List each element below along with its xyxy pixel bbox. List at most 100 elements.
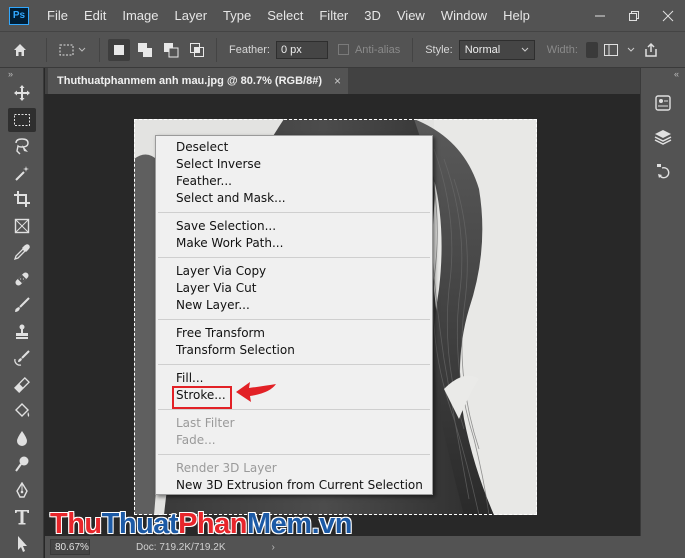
menu-image[interactable]: Image <box>114 0 166 31</box>
feather-label: Feather: <box>229 43 270 56</box>
collapse-icon[interactable]: » <box>0 68 43 80</box>
menu-window[interactable]: Window <box>433 0 495 31</box>
menu-item-deselect[interactable]: Deselect <box>176 139 228 156</box>
menu-bar: Ps File Edit Image Layer Type Select Fil… <box>0 0 685 31</box>
pointer-arrow-icon <box>236 382 276 402</box>
lasso-tool[interactable] <box>0 133 44 160</box>
document-tab-bar: Thuthuatphanmem anh mau.jpg @ 80.7% (RGB… <box>45 68 640 94</box>
healing-brush-tool[interactable] <box>0 266 44 293</box>
menu-item-select-inverse[interactable]: Select Inverse <box>176 156 261 173</box>
home-icon <box>14 43 26 56</box>
paint-bucket-tool[interactable] <box>0 398 44 425</box>
pen-tool[interactable] <box>0 478 44 505</box>
minimize-button[interactable] <box>583 0 617 31</box>
frame-icon <box>14 218 30 233</box>
layers-panel-button[interactable] <box>641 120 685 154</box>
workspace-icon <box>603 43 618 56</box>
properties-icon <box>655 95 671 111</box>
status-menu-arrow[interactable]: › <box>272 542 275 553</box>
history-panel-button[interactable] <box>641 154 685 188</box>
menu-item-new-3d-extrusion[interactable]: New 3D Extrusion from Current Selection <box>176 477 423 494</box>
share-icon <box>645 42 657 57</box>
brush-tool[interactable] <box>0 292 44 319</box>
arrow-cursor-icon <box>18 535 27 552</box>
expand-panels-icon[interactable]: « <box>641 68 685 80</box>
window-controls <box>583 0 685 31</box>
document-tab[interactable]: Thuthuatphanmem anh mau.jpg @ 80.7% (RGB… <box>48 68 348 94</box>
anti-alias-checkbox[interactable] <box>337 44 349 55</box>
menu-edit[interactable]: Edit <box>76 0 114 31</box>
style-select[interactable]: Normal <box>458 39 535 60</box>
menu-layer[interactable]: Layer <box>167 0 216 31</box>
menu-type[interactable]: Type <box>215 0 259 31</box>
divider <box>412 37 414 62</box>
menu-item-make-work-path[interactable]: Make Work Path... <box>176 235 283 252</box>
blur-tool[interactable] <box>0 425 44 452</box>
menu-help[interactable]: Help <box>495 0 538 31</box>
restore-button[interactable] <box>617 0 651 31</box>
intersect-selection-button[interactable] <box>186 39 208 61</box>
dodge-tool[interactable] <box>0 451 44 478</box>
close-icon <box>662 10 674 21</box>
eraser-tool[interactable] <box>0 372 44 399</box>
menu-view[interactable]: View <box>389 0 433 31</box>
properties-panel-button[interactable] <box>641 86 685 120</box>
menu-item-select-and-mask[interactable]: Select and Mask... <box>176 190 286 207</box>
document-title: Thuthuatphanmem anh mau.jpg @ 80.7% (RGB… <box>57 75 322 87</box>
frame-tool[interactable] <box>0 213 44 240</box>
menu-3d[interactable]: 3D <box>356 0 389 31</box>
history-icon <box>657 164 670 179</box>
magic-wand-icon <box>15 165 29 181</box>
workspace-dropdown[interactable] <box>624 38 638 62</box>
rectangular-marquee-icon <box>14 113 30 126</box>
menu-file[interactable]: File <box>39 0 76 31</box>
divider <box>216 37 217 62</box>
menu-separator <box>158 319 430 320</box>
menu-select[interactable]: Select <box>259 0 311 31</box>
photoshop-logo: Ps <box>9 6 29 25</box>
watermark-logo: ThuThuatPhanMem.vn <box>50 506 352 542</box>
menu-filter[interactable]: Filter <box>311 0 356 31</box>
menu-item-save-selection[interactable]: Save Selection... <box>176 218 276 235</box>
clone-stamp-tool[interactable] <box>0 319 44 346</box>
menu-item-fade: Fade... <box>176 433 216 447</box>
menu-item-fill[interactable]: Fill... <box>176 370 203 387</box>
home-button[interactable] <box>0 38 40 62</box>
right-panel-dock: « <box>640 68 685 536</box>
stamp-icon <box>16 324 28 339</box>
close-button[interactable] <box>651 0 685 31</box>
watermark-part: .vn <box>311 508 353 540</box>
layers-icon <box>654 130 672 145</box>
subtract-from-selection-button[interactable] <box>160 39 182 61</box>
magic-wand-tool[interactable] <box>0 160 44 187</box>
main-menu: File Edit Image Layer Type Select Filter… <box>39 0 538 31</box>
crop-icon <box>14 191 30 208</box>
share-button[interactable] <box>638 38 664 62</box>
eyedropper-tool[interactable] <box>0 239 44 266</box>
move-tool[interactable] <box>0 80 44 107</box>
swap-width-height-button[interactable] <box>585 41 598 58</box>
close-tab-icon[interactable]: × <box>334 74 341 88</box>
menu-item-layer-via-copy[interactable]: Layer Via Copy <box>176 263 266 280</box>
type-icon <box>15 510 29 525</box>
brush-icon <box>15 297 30 313</box>
feather-input[interactable] <box>275 40 328 59</box>
add-to-selection-button[interactable] <box>134 39 156 61</box>
workspace-button[interactable] <box>598 38 624 62</box>
new-selection-button[interactable] <box>108 38 130 61</box>
crop-tool[interactable] <box>0 186 44 213</box>
menu-item-new-layer[interactable]: New Layer... <box>176 297 250 314</box>
menu-item-layer-via-cut[interactable]: Layer Via Cut <box>176 280 256 297</box>
rectangular-marquee-tool[interactable] <box>0 107 44 134</box>
tool-preset-picker[interactable] <box>53 38 93 62</box>
history-brush-icon <box>14 350 30 366</box>
type-tool[interactable] <box>0 504 44 531</box>
history-brush-tool[interactable] <box>0 345 44 372</box>
path-selection-tool[interactable] <box>0 531 44 558</box>
menu-item-feather[interactable]: Feather... <box>176 173 232 190</box>
eraser-icon <box>14 376 30 393</box>
menu-separator <box>158 364 430 365</box>
menu-item-transform-selection[interactable]: Transform Selection <box>176 342 295 359</box>
menu-item-free-transform[interactable]: Free Transform <box>176 325 265 342</box>
subtract-selection-icon <box>164 42 179 57</box>
